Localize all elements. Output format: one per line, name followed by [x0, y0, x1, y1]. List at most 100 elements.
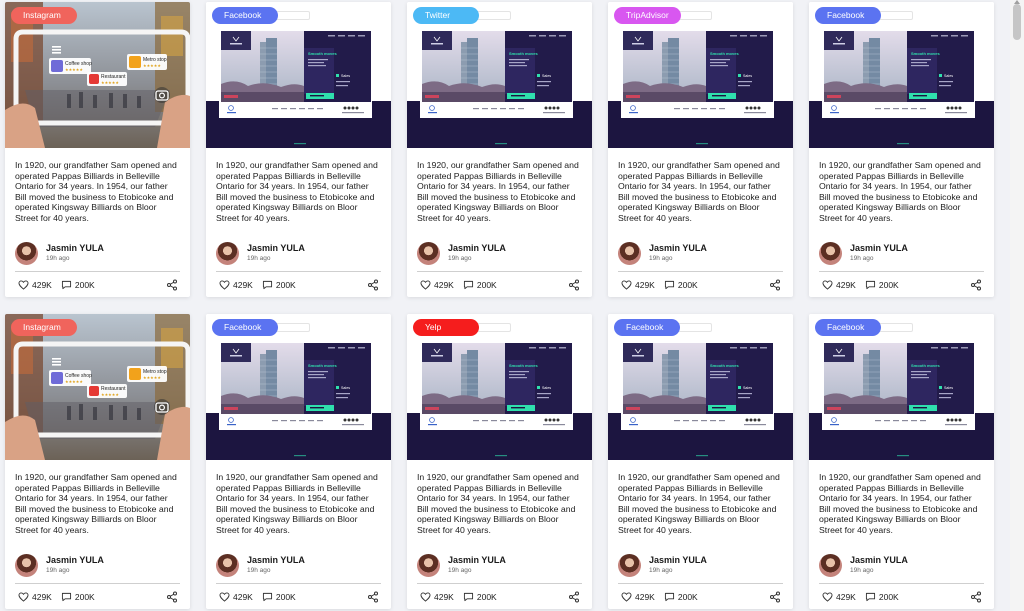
author-name[interactable]: Jasmin YULA [850, 555, 908, 566]
avatar[interactable] [15, 554, 38, 577]
author-name[interactable]: Jasmin YULA [448, 555, 506, 566]
post-card[interactable]: Coffee shop ★★★★★ Metro stop ★★★★★ Resta… [5, 2, 190, 297]
like-button[interactable]: 429K [219, 280, 253, 290]
avatar[interactable] [819, 554, 842, 577]
like-button[interactable]: 429K [621, 592, 655, 602]
share-icon[interactable] [970, 279, 982, 291]
author-name[interactable]: Jasmin YULA [247, 243, 305, 254]
author-name[interactable]: Jasmin YULA [649, 243, 707, 254]
post-author[interactable]: Jasmin YULA 19h ago [216, 242, 305, 265]
share-icon[interactable] [367, 279, 379, 291]
like-button[interactable]: 429K [420, 592, 454, 602]
author-name[interactable]: Jasmin YULA [649, 555, 707, 566]
avatar[interactable] [15, 242, 38, 265]
post-media[interactable]: Smooth moves Sales Facebook [608, 314, 793, 460]
post-card[interactable]: Smooth moves Sales TripAdvisor In 1920, o… [608, 2, 793, 297]
author-name[interactable]: Jasmin YULA [448, 243, 506, 254]
post-card[interactable]: Smooth moves Sales Facebook In 1920, our … [206, 2, 391, 297]
post-media[interactable]: Smooth moves Sales TripAdvisor [608, 2, 793, 148]
post-card[interactable]: Smooth moves Sales Yelp In 1920, our gran… [407, 314, 592, 609]
divider [417, 271, 582, 272]
comment-button[interactable]: 200K [664, 592, 698, 602]
comment-button[interactable]: 200K [61, 280, 95, 290]
comment-button[interactable]: 200K [865, 592, 899, 602]
share-icon[interactable] [970, 591, 982, 603]
post-media[interactable]: Coffee shop ★★★★★ Metro stop ★★★★★ Resta… [5, 314, 190, 460]
comment-button[interactable]: 200K [463, 280, 497, 290]
like-button[interactable]: 429K [822, 280, 856, 290]
post-media[interactable]: Smooth moves Sales Facebook [206, 314, 391, 460]
author-name[interactable]: Jasmin YULA [850, 243, 908, 254]
post-media[interactable]: Smooth moves Sales Facebook [809, 2, 994, 148]
share-icon[interactable] [769, 591, 781, 603]
post-author[interactable]: Jasmin YULA 19h ago [417, 554, 506, 577]
post-author[interactable]: Jasmin YULA 19h ago [216, 554, 305, 577]
like-button[interactable]: 429K [822, 592, 856, 602]
post-card[interactable]: Smooth moves Sales Facebook In 1920, our … [809, 2, 994, 297]
post-media[interactable]: Smooth moves Sales Facebook [809, 314, 994, 460]
comment-button[interactable]: 200K [664, 280, 698, 290]
svg-text:Smooth moves: Smooth moves [911, 363, 940, 368]
like-count: 429K [32, 280, 52, 290]
comment-icon [463, 280, 473, 290]
avatar[interactable] [417, 242, 440, 265]
post-author[interactable]: Jasmin YULA 19h ago [618, 554, 707, 577]
post-card[interactable]: Smooth moves Sales Facebook In 1920, our … [809, 314, 994, 609]
like-button[interactable]: 429K [219, 592, 253, 602]
share-icon[interactable] [769, 279, 781, 291]
post-media[interactable]: Smooth moves Sales Twitter [407, 2, 592, 148]
post-media[interactable]: Coffee shop ★★★★★ Metro stop ★★★★★ Resta… [5, 2, 190, 148]
like-button[interactable]: 429K [18, 280, 52, 290]
comment-button[interactable]: 200K [262, 592, 296, 602]
avatar[interactable] [417, 554, 440, 577]
author-name[interactable]: Jasmin YULA [247, 555, 305, 566]
post-media[interactable]: Smooth moves Sales Facebook [206, 2, 391, 148]
avatar[interactable] [618, 554, 641, 577]
platform-badge[interactable]: Facebook [614, 319, 680, 336]
platform-badge[interactable]: Twitter [413, 7, 479, 24]
platform-badge[interactable]: Facebook [815, 7, 881, 24]
share-icon[interactable] [166, 279, 178, 291]
share-icon[interactable] [568, 591, 580, 603]
like-button[interactable]: 429K [420, 280, 454, 290]
comment-button[interactable]: 200K [262, 280, 296, 290]
platform-badge[interactable]: TripAdvisor [614, 7, 681, 24]
like-button[interactable]: 429K [18, 592, 52, 602]
platform-badge[interactable]: Facebook [815, 319, 881, 336]
post-author[interactable]: Jasmin YULA 19h ago [15, 554, 104, 577]
post-media[interactable]: Smooth moves Sales Yelp [407, 314, 592, 460]
post-card[interactable]: Smooth moves Sales Facebook In 1920, our … [608, 314, 793, 609]
post-card[interactable]: Smooth moves Sales Twitter In 1920, our g… [407, 2, 592, 297]
platform-badge[interactable]: Yelp [413, 319, 479, 336]
post-card[interactable]: Smooth moves Sales Facebook In 1920, our … [206, 314, 391, 609]
badge-placeholder-box [877, 11, 913, 20]
post-author[interactable]: Jasmin YULA 19h ago [417, 242, 506, 265]
share-icon[interactable] [367, 591, 379, 603]
platform-badge[interactable]: Facebook [212, 319, 278, 336]
platform-badge[interactable]: Instagram [11, 7, 77, 24]
platform-badge[interactable]: Facebook [212, 7, 278, 24]
comment-button[interactable]: 200K [61, 592, 95, 602]
author-name[interactable]: Jasmin YULA [46, 243, 104, 254]
avatar[interactable] [216, 554, 239, 577]
author-meta: Jasmin YULA 19h ago [448, 243, 506, 264]
avatar[interactable] [216, 242, 239, 265]
avatar[interactable] [819, 242, 842, 265]
author-name[interactable]: Jasmin YULA [46, 555, 104, 566]
like-button[interactable]: 429K [621, 280, 655, 290]
share-icon[interactable] [166, 591, 178, 603]
post-author[interactable]: Jasmin YULA 19h ago [15, 242, 104, 265]
post-author[interactable]: Jasmin YULA 19h ago [819, 554, 908, 577]
post-author[interactable]: Jasmin YULA 19h ago [618, 242, 707, 265]
post-card[interactable]: Coffee shop ★★★★★ Metro stop ★★★★★ Resta… [5, 314, 190, 609]
comment-button[interactable]: 200K [463, 592, 497, 602]
comment-button[interactable]: 200K [865, 280, 899, 290]
avatar[interactable] [618, 242, 641, 265]
platform-badge[interactable]: Instagram [11, 319, 77, 336]
vertical-scrollbar[interactable] [1010, 0, 1024, 611]
share-icon[interactable] [568, 279, 580, 291]
post-author[interactable]: Jasmin YULA 19h ago [819, 242, 908, 265]
scrollbar-thumb[interactable] [1013, 4, 1021, 40]
comment-icon [664, 592, 674, 602]
divider [618, 583, 783, 584]
